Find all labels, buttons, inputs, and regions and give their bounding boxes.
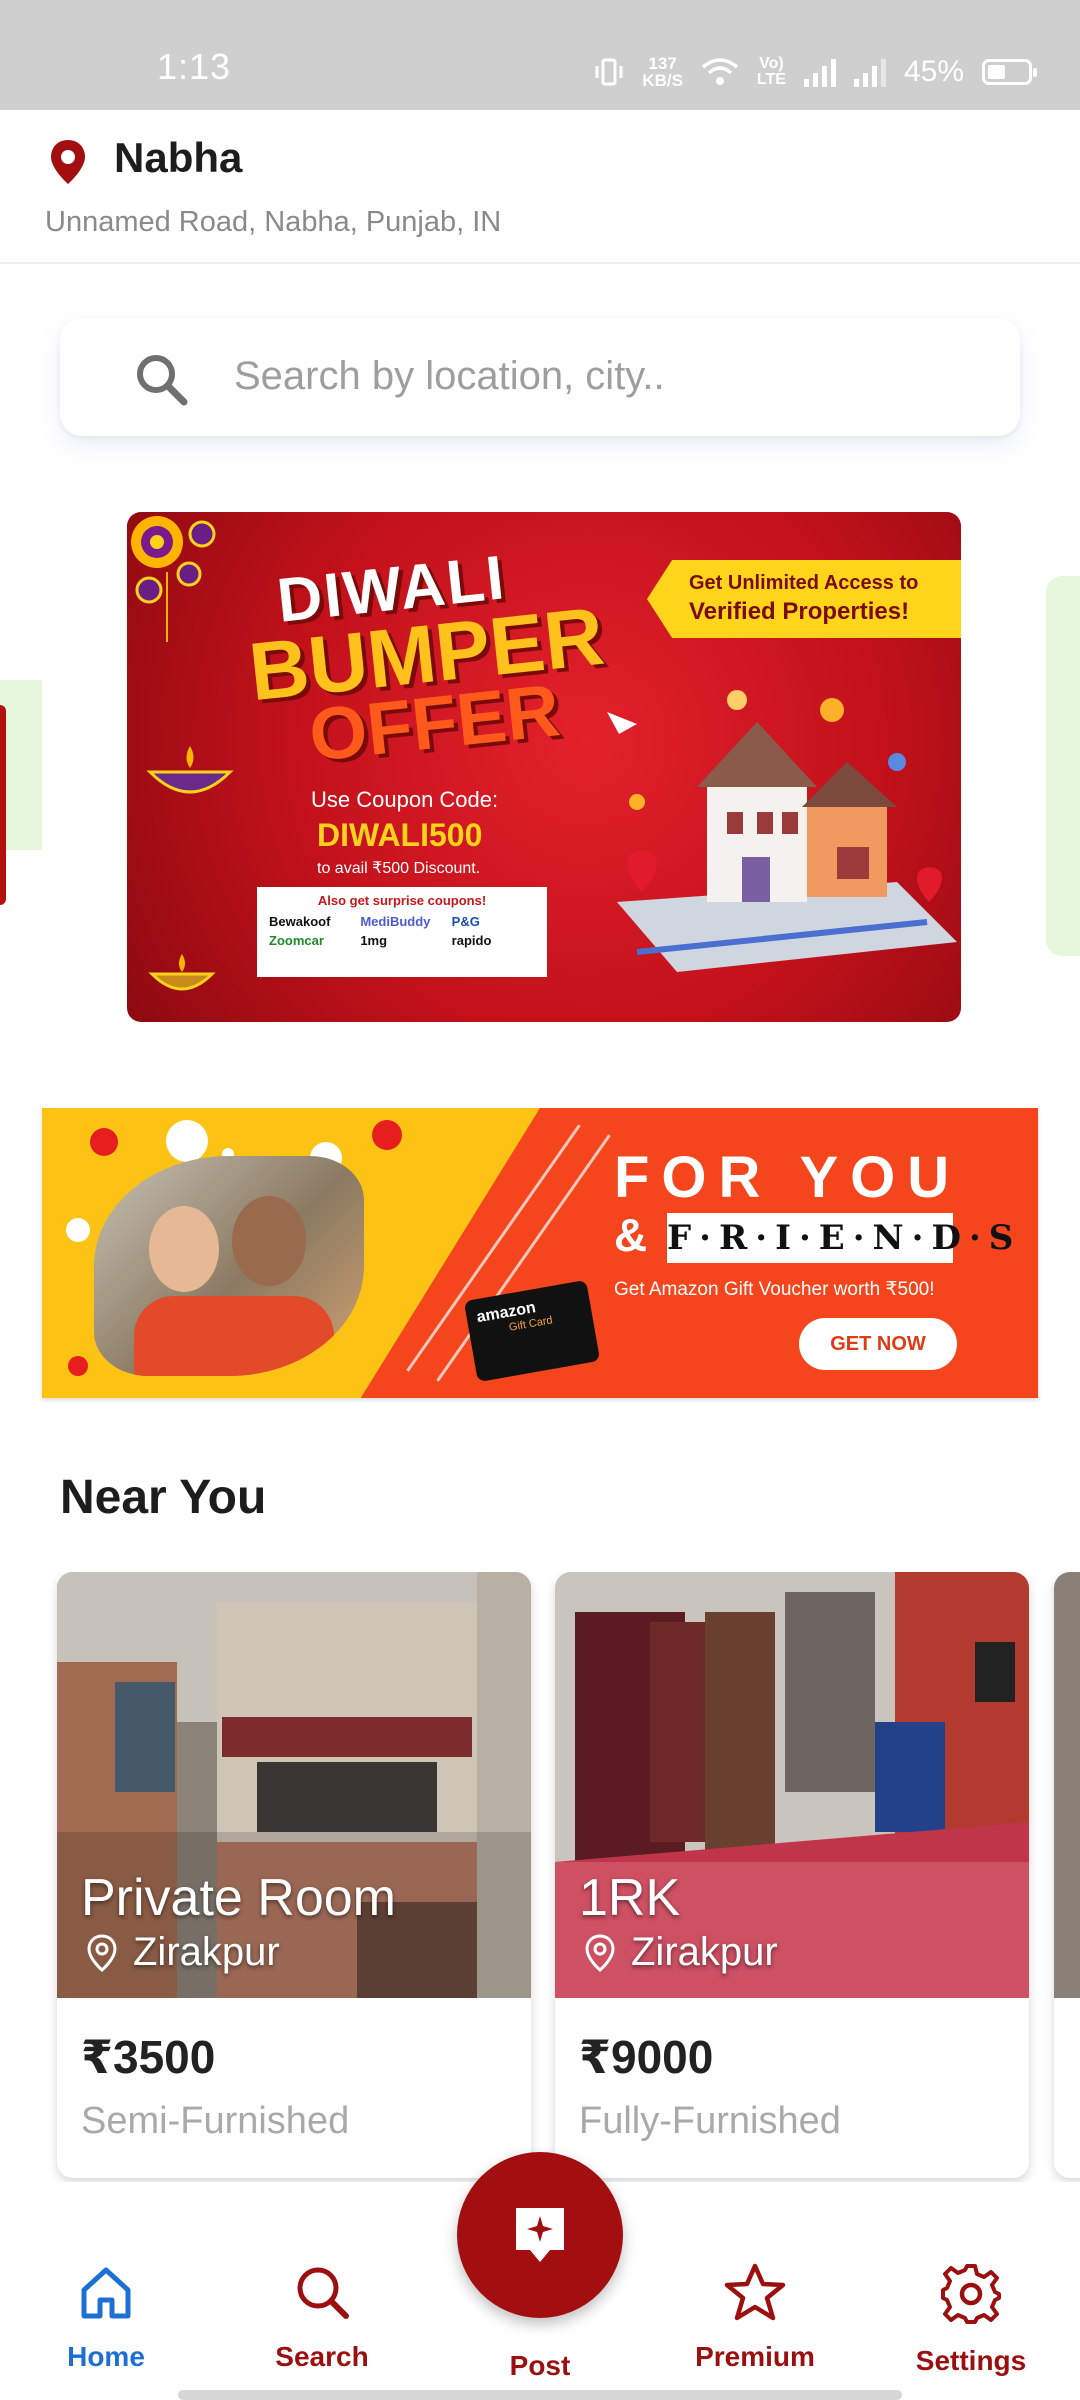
listing-type: 1RK (579, 1869, 681, 1927)
verified-properties-tag: Get Unlimited Access to Verified Propert… (647, 560, 961, 638)
brand-logo: MediBuddy (360, 914, 431, 929)
brand-logos: Bewakoof MediBuddy P&G Zoomcar 1mg rapid… (257, 908, 547, 954)
coupon-code: DIWALI500 (317, 817, 483, 853)
volte-line2: LTE (756, 71, 786, 88)
listing-card[interactable]: Private Room Zirakpur ₹3500 Semi-Furnish… (57, 1572, 531, 2178)
listing-location-text: Zirakpur (133, 1930, 280, 1974)
friends-photo (94, 1156, 364, 1376)
brand-logo: 1mg (360, 933, 388, 948)
listing-type: Private Room (81, 1869, 396, 1927)
vibrate-icon (595, 58, 623, 86)
status-bar: 1:13 137 KB/S Vo) LTE 45% (0, 0, 1080, 110)
rangoli-decoration-icon (131, 516, 216, 642)
search-icon (137, 355, 188, 406)
battery-icon (982, 59, 1037, 85)
near-you-list[interactable]: Private Room Zirakpur ₹3500 Semi-Furnish… (0, 1572, 1080, 2182)
listing-furnishing: Semi-Furnished (81, 2100, 350, 2142)
nav-home[interactable]: Home (16, 2262, 196, 2373)
post-sparkle-icon (516, 2208, 564, 2262)
friends-heading: FOR YOU (614, 1145, 962, 1210)
network-speed-unit: KB/S (642, 71, 683, 90)
listing-location: Zirakpur (585, 1930, 778, 1975)
friends-referral-banner[interactable]: amazon Gift Card FOR YOU & F·R·I·E·N·D·S… (42, 1108, 1038, 1398)
nav-settings-label: Settings (915, 2345, 1027, 2376)
signal-strength-icon (803, 57, 836, 87)
listing-card-peek[interactable] (1054, 1572, 1080, 2178)
listing-furnishing: Fully-Furnished (579, 2100, 841, 2142)
wifi-icon (701, 58, 739, 85)
location-pin-icon (51, 140, 85, 184)
post-button[interactable] (457, 2152, 623, 2318)
location-header[interactable]: Nabha Unnamed Road, Nabha, Punjab, IN (0, 110, 1080, 264)
status-icons: 137 KB/S Vo) LTE 45% (594, 50, 1037, 94)
nav-premium[interactable]: Premium (665, 2262, 845, 2373)
nav-settings[interactable]: Settings (881, 2262, 1061, 2377)
carousel-next-slide[interactable] (1046, 576, 1080, 956)
promo-carousel[interactable]: DIWALI BUMPER OFFER Use Coupon Code: DIW… (0, 510, 1080, 1025)
diwali-offer-banner[interactable]: DIWALI BUMPER OFFER Use Coupon Code: DIW… (127, 512, 961, 1022)
home-icon (81, 2267, 131, 2319)
nav-search-label: Search (275, 2341, 369, 2372)
brand-logo: Zoomcar (269, 933, 324, 948)
nav-premium-label: Premium (695, 2341, 815, 2372)
network-speed-value: 137 (648, 54, 677, 73)
volte-indicator: Vo) LTE (757, 56, 786, 88)
surprise-coupons-text: Also get surprise coupons! (317, 893, 487, 908)
listing-location-text: Zirakpur (631, 1930, 778, 1974)
signal-strength-2-icon (853, 57, 886, 87)
coupon-label: Use Coupon Code: (311, 787, 499, 812)
diya-lamp-small-icon (148, 954, 216, 991)
search-input[interactable]: Search by location, city.. (234, 354, 665, 399)
nav-home-label: Home (67, 2341, 145, 2372)
near-you-title: Near You (60, 1471, 267, 1524)
status-time: 1:13 (157, 46, 232, 87)
brand-logo: Bewakoof (269, 914, 331, 929)
surprise-coupons-box: Also get surprise coupons! Bewakoof Medi… (257, 887, 547, 977)
star-icon (724, 2263, 786, 2321)
current-address: Unnamed Road, Nabha, Punjab, IN (45, 206, 502, 238)
friends-subtext: Get Amazon Gift Voucher worth ₹500! (614, 1279, 935, 1300)
search-bar[interactable]: Search by location, city.. (60, 318, 1020, 436)
battery-fill (988, 65, 1005, 79)
friends-word: F·R·I·E·N·D·S (667, 1213, 1013, 1263)
location-outline-icon (585, 1933, 615, 1972)
network-speed: 137 KB/S (642, 55, 683, 89)
tag-line-1: Get Unlimited Access to (689, 572, 919, 594)
tag-line-2: Verified Properties! (689, 598, 910, 625)
house-illustration-icon (607, 690, 957, 972)
get-now-button[interactable]: GET NOW (799, 1318, 957, 1370)
current-city: Nabha (114, 134, 243, 181)
brand-logo: rapido (451, 933, 492, 948)
brand-logo: P&G (451, 914, 480, 929)
listing-price: ₹9000 (579, 2031, 714, 2083)
nav-search[interactable]: Search (232, 2262, 412, 2373)
friends-ampersand: & (614, 1209, 648, 1261)
volte-line1: Vo) (759, 55, 784, 72)
location-outline-icon (87, 1933, 117, 1972)
battery-percent: 45% (903, 55, 964, 88)
listing-price: ₹3500 (81, 2031, 216, 2083)
listing-location: Zirakpur (87, 1930, 280, 1975)
gesture-home-bar[interactable] (178, 2390, 902, 2400)
coupon-subtext: to avail ₹500 Discount. (317, 860, 481, 877)
gear-icon (941, 2264, 1001, 2324)
carousel-prev-slide[interactable] (0, 680, 42, 905)
diya-lamp-icon (146, 746, 234, 794)
listing-card[interactable]: 1RK Zirakpur ₹9000 Fully-Furnished (555, 1572, 1029, 2178)
nav-post-label: Post (509, 2350, 571, 2381)
search-icon (297, 2267, 349, 2319)
